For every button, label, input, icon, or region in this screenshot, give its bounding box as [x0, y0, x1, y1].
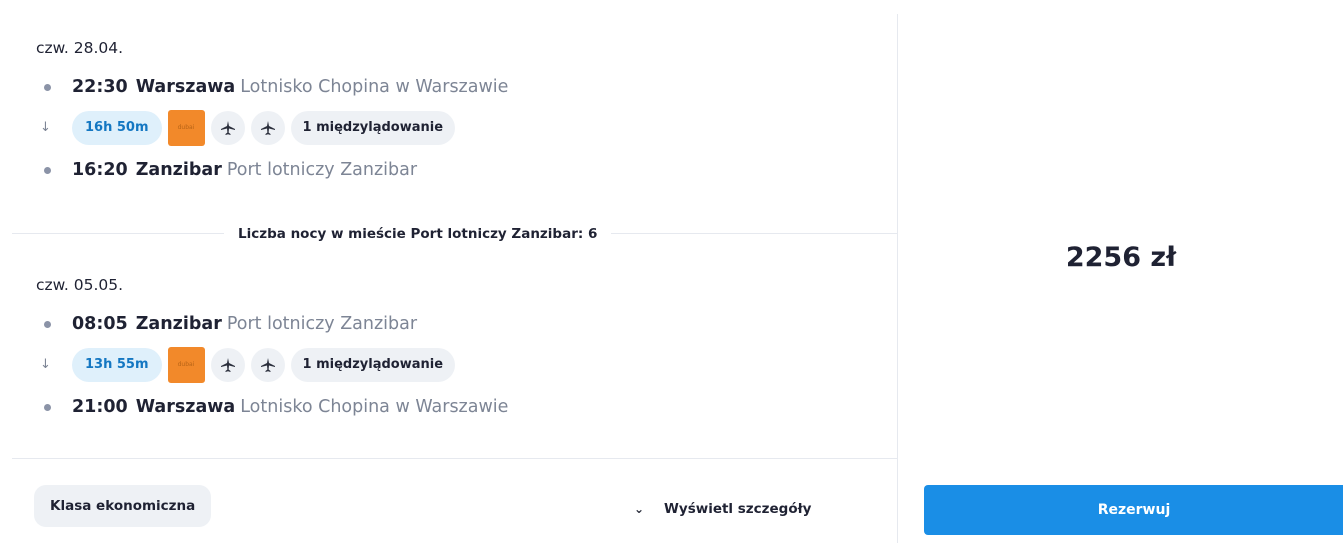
cabin-class-badge[interactable]: Klasa ekonomiczna: [34, 485, 212, 527]
return-departure: 08:05 Zanzibar Port lotniczy Zanzibar: [36, 311, 508, 337]
departure-city: Zanzibar: [135, 314, 222, 334]
departure-time: 08:05: [72, 314, 128, 334]
arrow-down-icon: ↓: [40, 357, 51, 372]
arrival-airport: Lotnisko Chopina w Warszawie: [240, 397, 509, 417]
show-details-label: Wyświetl szczegóły: [664, 501, 812, 517]
outbound-date: czw. 28.04.: [36, 39, 124, 57]
airline-logo: dubai: [167, 347, 205, 383]
dot-icon: [44, 84, 51, 91]
airline-logo: dubai: [167, 110, 205, 146]
return-arrival: 21:00 Warszawa Lotnisko Chopina w Warszawi…: [36, 394, 508, 420]
price-panel: 2256 zł Rezerwuj: [897, 14, 1343, 543]
outbound-flight-info: ↓ 16h 50m dubai 1 międzylądowanie: [36, 110, 508, 146]
departure-time: 22:30: [72, 77, 128, 97]
chevron-down-icon: ⌄: [633, 502, 645, 516]
airplane-icon: [250, 111, 285, 145]
departure-airport: Lotnisko Chopina w Warszawie: [240, 77, 509, 97]
outbound-arrival: 16:20 Zanzibar Port lotniczy Zanzibar: [36, 157, 508, 183]
return-date: czw. 05.05.: [36, 276, 124, 294]
nights-info: Liczba nocy w mieście Port lotniczy Zanz…: [224, 224, 612, 244]
airplane-icon: [210, 111, 245, 145]
dot-icon: [44, 404, 51, 411]
duration-badge: 13h 55m: [72, 348, 162, 382]
departure-city: Warszawa: [135, 77, 236, 97]
footer-divider: [12, 458, 897, 459]
dot-icon: [44, 321, 51, 328]
book-button[interactable]: Rezerwuj: [924, 485, 1343, 535]
arrival-city: Warszawa: [135, 397, 236, 417]
arrow-down-icon: ↓: [40, 120, 51, 135]
outbound-departure: 22:30 Warszawa Lotnisko Chopina w Warszawi…: [36, 74, 508, 100]
airplane-icon: [210, 348, 245, 382]
duration-badge: 16h 50m: [72, 111, 162, 145]
stops-badge[interactable]: 1 międzylądowanie: [290, 348, 456, 382]
stops-badge[interactable]: 1 międzylądowanie: [290, 111, 456, 145]
price: 2256 zł: [1065, 242, 1177, 273]
return-segment: czw. 05.05. 08:05 Zanzibar Port lotniczy Z…: [36, 275, 508, 420]
arrival-city: Zanzibar: [135, 160, 222, 180]
dot-icon: [44, 167, 51, 174]
itinerary-panel: czw. 28.04. 22:30 Warszawa Lotnisko Chopin…: [0, 0, 897, 543]
departure-airport: Port lotniczy Zanzibar: [226, 314, 418, 334]
flight-result-card: czw. 28.04. 22:30 Warszawa Lotnisko Chopin…: [0, 0, 1343, 543]
airplane-icon: [250, 348, 285, 382]
show-details-link[interactable]: ⌄ Wyświetl szczegóły: [632, 499, 811, 519]
arrival-time: 16:20: [72, 160, 128, 180]
arrival-time: 21:00: [72, 397, 128, 417]
outbound-segment: czw. 28.04. 22:30 Warszawa Lotnisko Chopin…: [36, 38, 508, 183]
arrival-airport: Port lotniczy Zanzibar: [226, 160, 418, 180]
return-flight-info: ↓ 13h 55m dubai 1 międzylądowanie: [36, 347, 508, 383]
